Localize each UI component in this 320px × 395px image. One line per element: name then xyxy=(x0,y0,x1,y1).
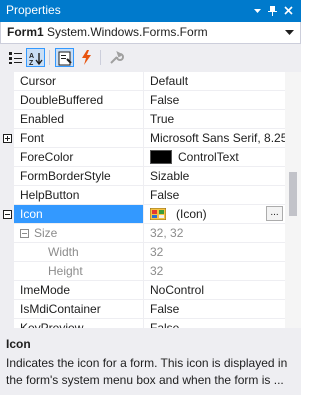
property-value-forecolor[interactable]: ControlText xyxy=(144,148,285,167)
collapse-minus-icon[interactable] xyxy=(3,210,12,219)
property-name: Cursor xyxy=(14,72,144,91)
row-gutter xyxy=(0,167,14,186)
property-pages-button[interactable] xyxy=(107,48,126,67)
expand-plus-icon[interactable] xyxy=(3,134,12,143)
properties-toolbar: A Z xyxy=(0,44,301,71)
row-gutter xyxy=(0,110,14,129)
row-gutter xyxy=(0,243,14,262)
property-value[interactable]: False xyxy=(144,300,285,319)
categorized-button[interactable] xyxy=(6,48,25,67)
window-title: Properties xyxy=(6,3,61,17)
property-value[interactable]: Microsoft Sans Serif, 8.25 xyxy=(144,129,285,148)
property-name: ForeColor xyxy=(14,148,144,167)
property-name: ImeMode xyxy=(14,281,144,300)
title-bar: Properties xyxy=(0,0,301,22)
property-name: HelpButton xyxy=(14,186,144,205)
description-text: Indicates the icon for a form. This icon… xyxy=(6,356,288,387)
row-gutter xyxy=(0,281,14,300)
property-row-icon[interactable]: Icon (Icon) ... xyxy=(0,205,285,224)
vertical-scrollbar[interactable] xyxy=(285,72,301,328)
property-row-width[interactable]: Width 32 xyxy=(0,243,285,262)
toolbar-separator xyxy=(100,50,101,65)
ellipsis-button[interactable]: ... xyxy=(266,206,283,221)
row-gutter xyxy=(0,91,14,110)
row-gutter xyxy=(0,224,14,243)
property-row-forecolor[interactable]: ForeColor ControlText xyxy=(0,148,285,167)
row-gutter xyxy=(0,319,14,328)
description-title: Icon xyxy=(6,337,31,351)
close-icon xyxy=(284,6,293,15)
scrollbar-thumb[interactable] xyxy=(289,172,297,216)
property-name: Height xyxy=(14,262,144,281)
object-selector[interactable]: Form1 System.Windows.Forms.Form xyxy=(0,22,301,44)
close-button[interactable] xyxy=(281,3,296,18)
property-value: ControlText xyxy=(178,150,239,164)
object-type: System.Windows.Forms.Form xyxy=(47,25,208,39)
svg-text:A: A xyxy=(29,53,34,60)
property-pages-icon xyxy=(110,51,124,64)
auto-hide-pin-button[interactable] xyxy=(265,3,280,18)
property-value[interactable]: True xyxy=(144,110,285,129)
property-name: KeyPreview xyxy=(14,319,144,328)
property-row-cursor[interactable]: Cursor Default xyxy=(0,72,285,91)
alphabetical-icon: A Z xyxy=(29,53,43,67)
property-name: FormBorderStyle xyxy=(14,167,144,186)
property-value[interactable]: Default xyxy=(144,72,285,91)
property-row-imemode[interactable]: ImeMode NoControl xyxy=(0,281,285,300)
events-button[interactable] xyxy=(77,48,96,67)
property-value: (Icon) xyxy=(176,207,207,221)
property-value: 32 xyxy=(144,262,285,281)
object-name: Form1 xyxy=(7,25,44,39)
property-value-icon[interactable]: (Icon) ... xyxy=(144,205,285,224)
description-pane: Icon Indicates the icon for a form. This… xyxy=(0,333,301,395)
property-name: IsMdiContainer xyxy=(14,300,144,319)
property-name: Icon xyxy=(14,205,144,224)
pin-icon xyxy=(268,6,277,16)
row-gutter xyxy=(0,262,14,281)
property-row-size[interactable]: Size 32, 32 xyxy=(0,224,285,243)
property-name: Enabled xyxy=(14,110,144,129)
property-row-ismdicontainer[interactable]: IsMdiContainer False xyxy=(0,300,285,319)
events-icon xyxy=(82,50,91,65)
property-value[interactable]: NoControl xyxy=(144,281,285,300)
form-icon-preview xyxy=(150,207,166,220)
row-gutter xyxy=(0,205,14,224)
toolbar-separator xyxy=(49,50,50,65)
svg-text:Z: Z xyxy=(29,60,34,67)
window-position-dropdown[interactable] xyxy=(250,3,265,18)
color-swatch xyxy=(150,149,172,164)
chevron-down-icon xyxy=(285,30,294,35)
properties-button[interactable] xyxy=(55,48,74,67)
alphabetical-button[interactable]: A Z xyxy=(26,48,45,67)
categorized-icon xyxy=(9,52,22,64)
property-row-font[interactable]: Font Microsoft Sans Serif, 8.25 xyxy=(0,129,285,148)
property-value[interactable]: Sizable xyxy=(144,167,285,186)
property-row-formborderstyle[interactable]: FormBorderStyle Sizable xyxy=(0,167,285,186)
properties-icon xyxy=(58,51,72,66)
property-value[interactable]: False xyxy=(144,91,285,110)
dropdown-arrow-icon xyxy=(254,9,261,13)
row-gutter xyxy=(0,148,14,167)
property-value: 32 xyxy=(144,243,285,262)
row-gutter xyxy=(0,129,14,148)
row-gutter xyxy=(0,72,14,91)
row-gutter xyxy=(0,300,14,319)
property-grid: Cursor Default DoubleBuffered False Enab… xyxy=(0,72,301,328)
property-row-enabled[interactable]: Enabled True xyxy=(0,110,285,129)
properties-window: Properties Form1 System.Windows.Forms.Fo… xyxy=(0,0,301,395)
property-name: Width xyxy=(14,243,144,262)
property-value[interactable]: False xyxy=(144,319,285,328)
property-row-doublebuffered[interactable]: DoubleBuffered False xyxy=(0,91,285,110)
property-name: Font xyxy=(14,129,144,148)
property-name: Size xyxy=(14,224,144,243)
property-name: DoubleBuffered xyxy=(14,91,144,110)
property-row-keypreview[interactable]: KeyPreview False xyxy=(0,319,285,328)
property-row-height[interactable]: Height 32 xyxy=(0,262,285,281)
property-row-helpbutton[interactable]: HelpButton False xyxy=(0,186,285,205)
row-gutter xyxy=(0,186,14,205)
property-value[interactable]: False xyxy=(144,186,285,205)
property-value: 32, 32 xyxy=(144,224,285,243)
